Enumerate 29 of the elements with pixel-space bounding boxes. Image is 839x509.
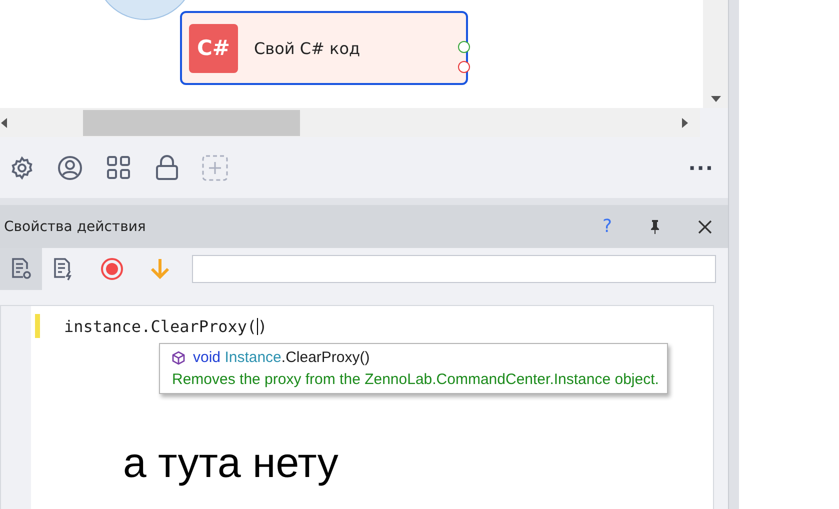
action-node[interactable]: C# Свой C# код	[180, 11, 468, 85]
vertical-scrollbar[interactable]	[703, 0, 728, 108]
node-label: Свой C# код	[254, 38, 360, 58]
user-icon[interactable]	[57, 154, 83, 180]
more-button[interactable]: ···	[688, 156, 714, 180]
settings-icon[interactable]	[10, 156, 34, 180]
csharp-badge: C#	[189, 24, 238, 72]
lock-icon[interactable]	[155, 154, 179, 180]
search-field[interactable]	[192, 255, 716, 283]
method-description: Removes the proxy from the ZennoLab.CommandCenter.Instance object.	[172, 371, 659, 388]
panel-title: Свойства действия	[4, 218, 147, 234]
annotation-text: а тута нету	[123, 439, 340, 487]
scroll-right-icon[interactable]	[682, 118, 688, 128]
success-port-icon[interactable]	[458, 41, 470, 53]
change-marker	[35, 314, 40, 338]
document-gear-icon	[9, 257, 33, 281]
scrollbar-thumb[interactable]	[83, 110, 300, 136]
close-icon[interactable]	[698, 220, 712, 234]
grid-icon[interactable]	[106, 154, 132, 180]
method-signature: void Instance.ClearProxy()	[193, 349, 370, 366]
code-line[interactable]: instance.ClearProxy()	[64, 316, 268, 336]
record-icon[interactable]	[100, 257, 124, 281]
horizontal-scrollbar[interactable]	[0, 108, 700, 137]
scroll-left-icon[interactable]	[1, 118, 7, 128]
method-icon	[172, 350, 185, 364]
error-port-icon[interactable]	[458, 61, 470, 73]
scroll-down-icon[interactable]	[710, 96, 720, 102]
pin-icon[interactable]	[650, 220, 660, 234]
settings-tab[interactable]	[0, 248, 42, 290]
